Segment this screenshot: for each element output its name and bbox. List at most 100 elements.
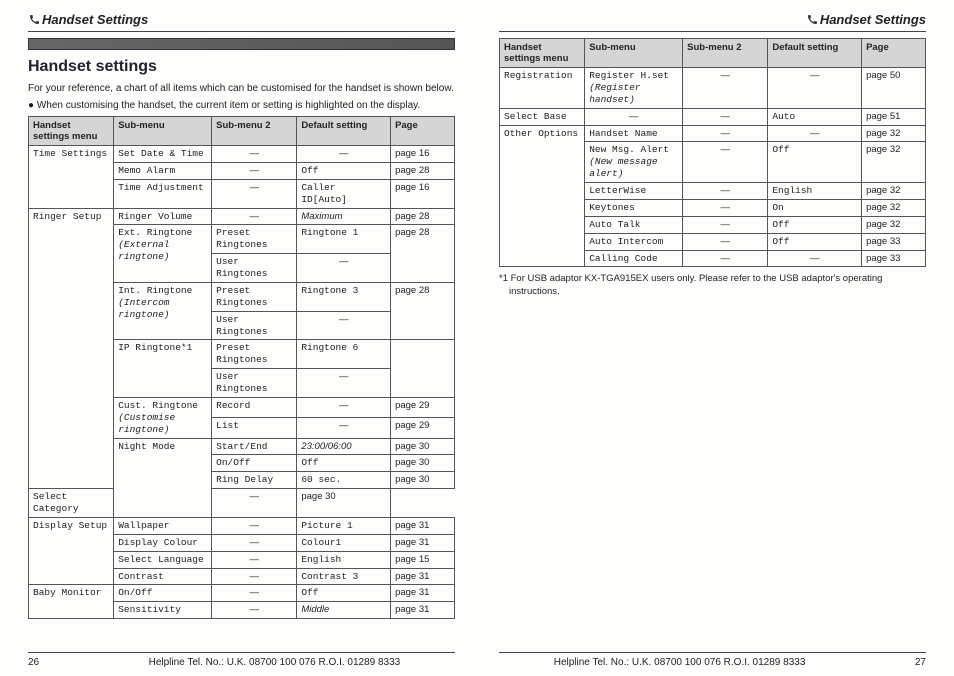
table-header-row: Handset settings menu Sub-menu Sub-menu …	[500, 39, 926, 68]
page-cell: page 33	[862, 250, 926, 267]
col-submenu: Sub-menu	[585, 39, 683, 68]
submenu-cell: Ringer Volume	[114, 208, 212, 225]
table-row: Baby MonitorOn/Off—Offpage 31	[29, 585, 455, 602]
table-header-row: Handset settings menu Sub-menu Sub-menu …	[29, 117, 455, 146]
col-page: Page	[862, 39, 926, 68]
default-cell: Picture 1	[297, 517, 391, 534]
submenu2-cell: —	[212, 602, 297, 619]
menu-cell: Time Settings	[29, 146, 114, 209]
col-default: Default setting	[297, 117, 391, 146]
table-row: RegistrationRegister H.set(Register hand…	[500, 68, 926, 109]
default-cell: English	[768, 183, 862, 200]
page-cell: page 32	[862, 125, 926, 142]
default-cell: —	[768, 250, 862, 267]
default-cell: Maximum	[297, 208, 391, 225]
page-cell: page 29	[391, 418, 455, 438]
settings-table-right: Handset settings menu Sub-menu Sub-menu …	[499, 38, 926, 267]
page-number-left: 26	[28, 657, 39, 668]
default-cell: Middle	[297, 602, 391, 619]
page-cell	[391, 340, 455, 398]
default-cell: —	[768, 68, 862, 109]
submenu-cell: Wallpaper	[114, 517, 212, 534]
default-cell: —	[297, 397, 391, 417]
default-cell: —	[297, 254, 391, 283]
submenu2-cell: User Ringtones	[212, 311, 297, 340]
submenu2-cell: —	[212, 179, 297, 208]
default-cell: —	[297, 311, 391, 340]
page-cell: page 32	[862, 216, 926, 233]
submenu-cell: Contrast	[114, 568, 212, 585]
default-cell: 60 sec.	[297, 472, 391, 489]
helpline-left: Helpline Tel. No.: U.K. 08700 100 076 R.…	[149, 657, 401, 668]
submenu-cell: Auto Talk	[585, 216, 683, 233]
submenu2-cell: —	[212, 551, 297, 568]
default-cell: Off	[297, 455, 391, 472]
bullet-note: ● When customising the handset, the curr…	[28, 99, 455, 112]
submenu2-cell: —	[683, 199, 768, 216]
running-head-right: Handset Settings	[499, 12, 926, 27]
page-cell: page 31	[391, 602, 455, 619]
page-cell: page 28	[391, 162, 455, 179]
page-cell: page 31	[391, 568, 455, 585]
submenu-cell: Register H.set(Register handset)	[585, 68, 683, 109]
menu-cell: Registration	[500, 68, 585, 109]
default-cell: On	[768, 199, 862, 216]
page-cell: page 15	[391, 551, 455, 568]
submenu-cell: Handset Name	[585, 125, 683, 142]
submenu2-cell: User Ringtones	[212, 369, 297, 398]
submenu-cell: Auto Intercom	[585, 233, 683, 250]
submenu-cell: IP Ringtone*1	[114, 340, 212, 398]
page-number-right: 27	[915, 657, 926, 668]
default-cell: Off	[768, 233, 862, 250]
submenu2-cell: Start/End	[212, 438, 297, 455]
submenu-cell: Ext. Ringtone(External ringtone)	[114, 225, 212, 283]
submenu2-cell: —	[212, 208, 297, 225]
menu-cell: Ringer Setup	[29, 208, 114, 489]
submenu-cell: Night Mode	[114, 438, 212, 517]
running-head-left: Handset Settings	[28, 12, 455, 27]
submenu2-cell: Preset Ringtones	[212, 282, 297, 311]
helpline-right: Helpline Tel. No.: U.K. 08700 100 076 R.…	[554, 657, 806, 668]
table-row: Other OptionsHandset Name——page 32	[500, 125, 926, 142]
default-cell: Off	[768, 216, 862, 233]
menu-cell: Select Base	[500, 108, 585, 125]
page-cell: page 31	[391, 517, 455, 534]
default-cell: —	[768, 125, 862, 142]
default-cell: Ringtone 1	[297, 225, 391, 254]
page-cell: page 30	[391, 455, 455, 472]
submenu2-cell: —	[683, 108, 768, 125]
table-row: Ringer SetupRinger Volume—Maximumpage 28	[29, 208, 455, 225]
submenu2-cell: Record	[212, 397, 297, 417]
submenu2-cell: Ring Delay	[212, 472, 297, 489]
header-rule	[28, 31, 455, 32]
col-submenu2: Sub-menu 2	[683, 39, 768, 68]
submenu2-cell: User Ringtones	[212, 254, 297, 283]
submenu2-cell: Select Category	[29, 489, 114, 518]
col-menu: Handset settings menu	[29, 117, 114, 146]
page-cell: page 30	[297, 489, 391, 518]
footnote: *1 For USB adaptor KX-TGA915EX users onl…	[499, 273, 926, 298]
page-cell: page 30	[391, 438, 455, 455]
default-cell: Colour1	[297, 534, 391, 551]
menu-cell: Other Options	[500, 125, 585, 267]
menu-cell: Display Setup	[29, 517, 114, 585]
submenu2-cell: —	[683, 68, 768, 109]
page-cell: page 31	[391, 585, 455, 602]
table-row: Select Category —page 30	[29, 489, 455, 518]
page-cell: page 32	[862, 142, 926, 183]
submenu2-cell: —	[212, 517, 297, 534]
page-cell: page 29	[391, 397, 455, 417]
default-cell: —	[212, 489, 297, 518]
submenu-cell: Keytones	[585, 199, 683, 216]
page-cell: page 50	[862, 68, 926, 109]
page-cell: page 32	[862, 183, 926, 200]
submenu-cell: Set Date & Time	[114, 146, 212, 163]
default-cell: —	[297, 146, 391, 163]
submenu2-cell: —	[683, 183, 768, 200]
col-default: Default setting	[768, 39, 862, 68]
page-cell: page 31	[391, 534, 455, 551]
default-cell: Ringtone 3	[297, 282, 391, 311]
page-cell: page 33	[862, 233, 926, 250]
running-head-text: Handset Settings	[820, 12, 926, 27]
page-cell: page 16	[391, 179, 455, 208]
